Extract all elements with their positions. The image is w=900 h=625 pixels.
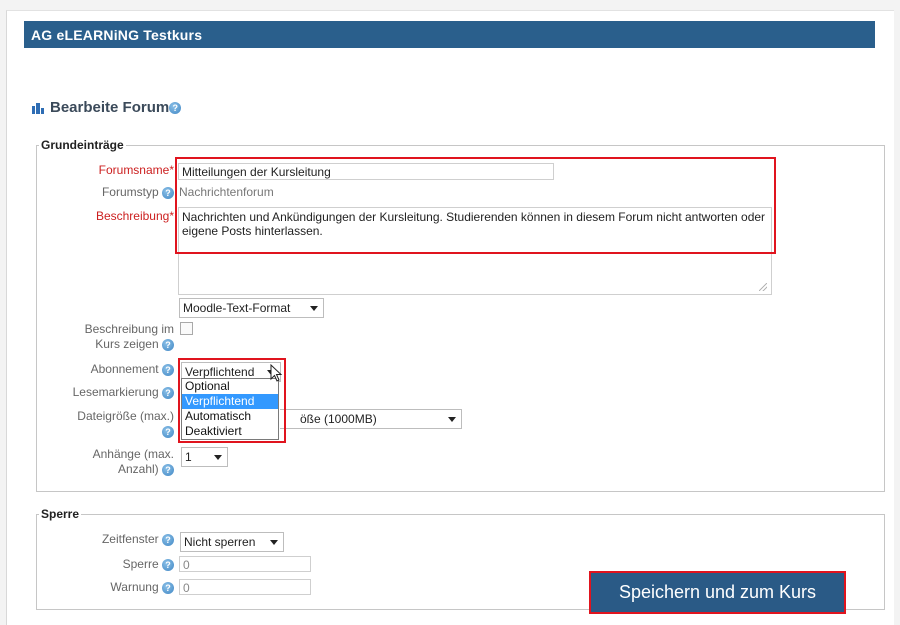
abonnement-option[interactable]: Automatisch: [182, 409, 278, 424]
lesemarkierung-label: Lesemarkierung ?: [30, 385, 174, 400]
forumsname-label: Forumsname*: [98, 163, 174, 177]
help-icon[interactable]: ?: [162, 463, 174, 476]
chevron-down-icon: [214, 455, 222, 460]
abonnement-option[interactable]: Optional: [182, 379, 278, 394]
dateigroesse-select[interactable]: öße (1000MB): [280, 409, 462, 429]
abonnement-dropdown-list[interactable]: Optional Verpflichtend Automatisch Deakt…: [181, 378, 279, 440]
abonnement-option-selected[interactable]: Verpflichtend: [182, 394, 278, 409]
abonnement-label: Abonnement ?: [50, 362, 174, 377]
forumstyp-label: Forumstyp ?: [60, 185, 174, 200]
help-icon[interactable]: ?: [162, 338, 174, 351]
resize-handle[interactable]: [759, 283, 767, 291]
format-select-value: Moodle-Text-Format: [183, 301, 291, 315]
beschreibung-zeigen-label: Beschreibung im Kurs zeigen ?: [84, 322, 174, 351]
beschreibung-label: Beschreibung*: [95, 209, 174, 223]
save-and-return-button[interactable]: Speichern und zum Kurs: [589, 571, 846, 614]
zeitfenster-select[interactable]: Nicht sperren: [180, 532, 284, 552]
beschreibung-zeigen-checkbox[interactable]: [180, 322, 193, 335]
format-select[interactable]: Moodle-Text-Format: [179, 298, 324, 318]
mouse-cursor-icon: [270, 364, 283, 382]
anhaenge-select[interactable]: 1: [181, 447, 228, 467]
beschreibung-textarea[interactable]: Nachrichten und Ankündigungen der Kursle…: [178, 207, 772, 295]
course-header: AG eLEARNiNG Testkurs: [24, 21, 875, 48]
zeitfenster-label: Zeitfenster ?: [50, 532, 174, 547]
warnung-input[interactable]: 0: [179, 579, 311, 595]
help-icon[interactable]: ?: [162, 425, 174, 438]
help-icon[interactable]: ?: [162, 558, 174, 571]
help-icon[interactable]: ?: [162, 386, 174, 399]
chevron-down-icon: [310, 306, 318, 311]
sperre-input[interactable]: 0: [179, 556, 311, 572]
help-icon[interactable]: ?: [162, 186, 174, 199]
forumsname-field[interactable]: Mitteilungen der Kursleitung: [178, 163, 554, 180]
dateigroesse-label: Dateigröße (max.) ?: [77, 409, 174, 438]
anhaenge-select-value: 1: [185, 450, 192, 464]
abonnement-option[interactable]: Deaktiviert: [182, 424, 278, 439]
page-title: Bearbeite Forum: [50, 99, 170, 116]
dateigroesse-select-value: öße (1000MB): [300, 412, 377, 426]
grundeintraege-legend: Grundeinträge: [39, 138, 126, 152]
beschreibung-text: Nachrichten und Ankündigungen der Kursle…: [182, 210, 766, 238]
zeitfenster-select-value: Nicht sperren: [184, 535, 256, 549]
chevron-down-icon: [270, 540, 278, 545]
help-icon[interactable]: ?: [162, 363, 174, 376]
sperre-legend: Sperre: [39, 507, 82, 521]
sperre-label: Sperre ?: [50, 557, 174, 572]
abonnement-select-value: Verpflichtend: [185, 365, 255, 379]
help-icon[interactable]: ?: [162, 533, 174, 546]
help-icon[interactable]: ?: [169, 101, 182, 114]
forumstyp-value: Nachrichtenforum: [179, 185, 274, 199]
chevron-down-icon: [448, 417, 456, 422]
warnung-label: Warnung ?: [50, 580, 174, 595]
help-icon[interactable]: ?: [162, 581, 174, 594]
page-title-row: Bearbeite Forum ?: [32, 99, 182, 116]
anhaenge-label: Anhänge (max. Anzahl) ?: [92, 447, 174, 476]
forum-icon: [32, 102, 45, 114]
